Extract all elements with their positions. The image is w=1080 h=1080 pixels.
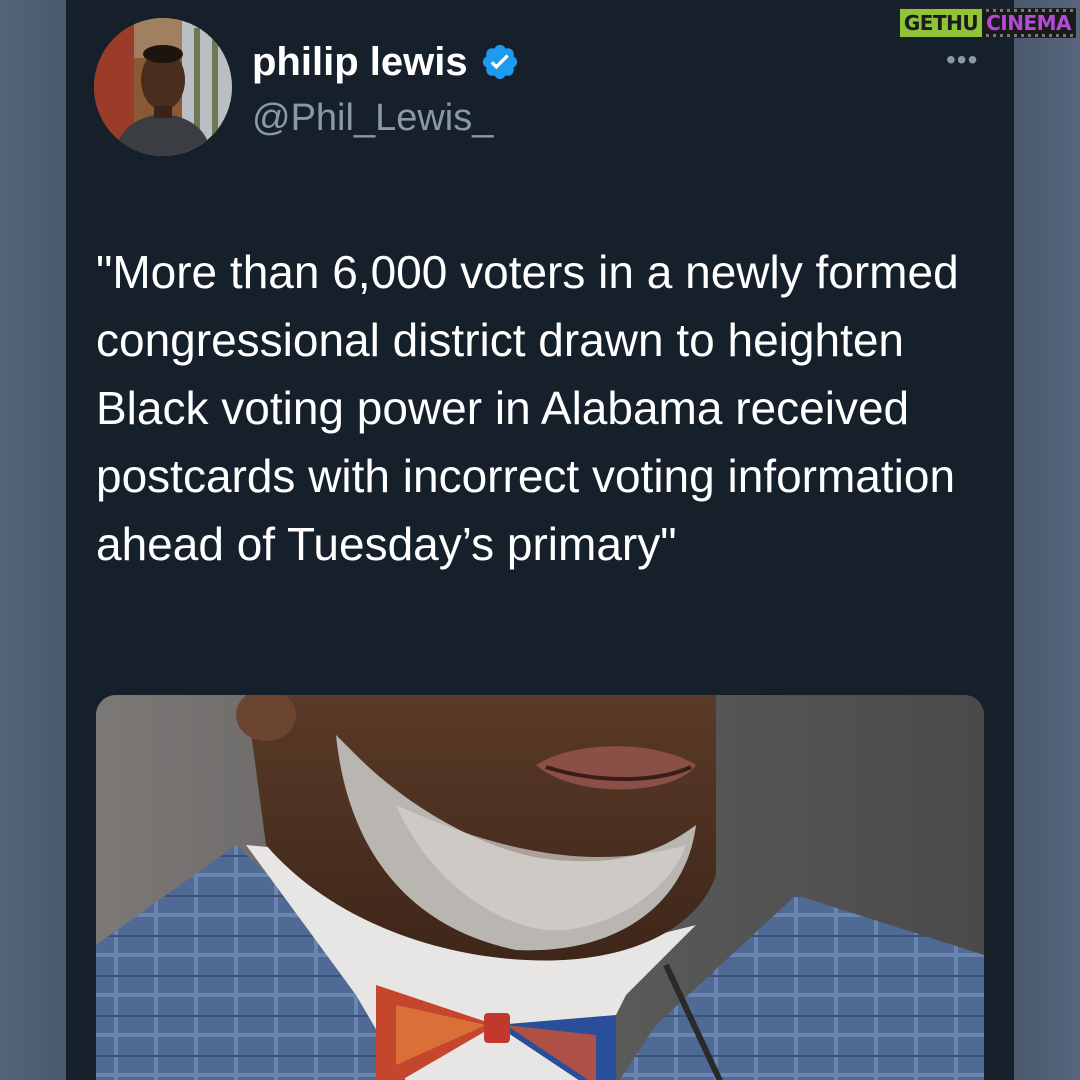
- background-right: [1014, 0, 1080, 1080]
- more-options-icon[interactable]: •••: [946, 46, 978, 74]
- author-name-text: philip lewis: [252, 40, 468, 84]
- tweet-card: philip lewis @Phil_Lewis_ ••• "More than…: [66, 0, 1014, 1080]
- watermark-logo: GETHU CINEMA: [898, 8, 1076, 38]
- background-left: [0, 0, 66, 1080]
- watermark-right-text: CINEMA: [982, 9, 1075, 37]
- tweet-media-image[interactable]: [96, 695, 984, 1080]
- verified-badge-icon: [480, 42, 520, 82]
- tweet-text: "More than 6,000 voters in a newly forme…: [96, 246, 959, 570]
- author-name[interactable]: philip lewis: [252, 38, 520, 86]
- avatar[interactable]: [94, 18, 232, 156]
- author-handle[interactable]: @Phil_Lewis_: [252, 94, 493, 142]
- watermark-left-text: GETHU: [899, 9, 983, 37]
